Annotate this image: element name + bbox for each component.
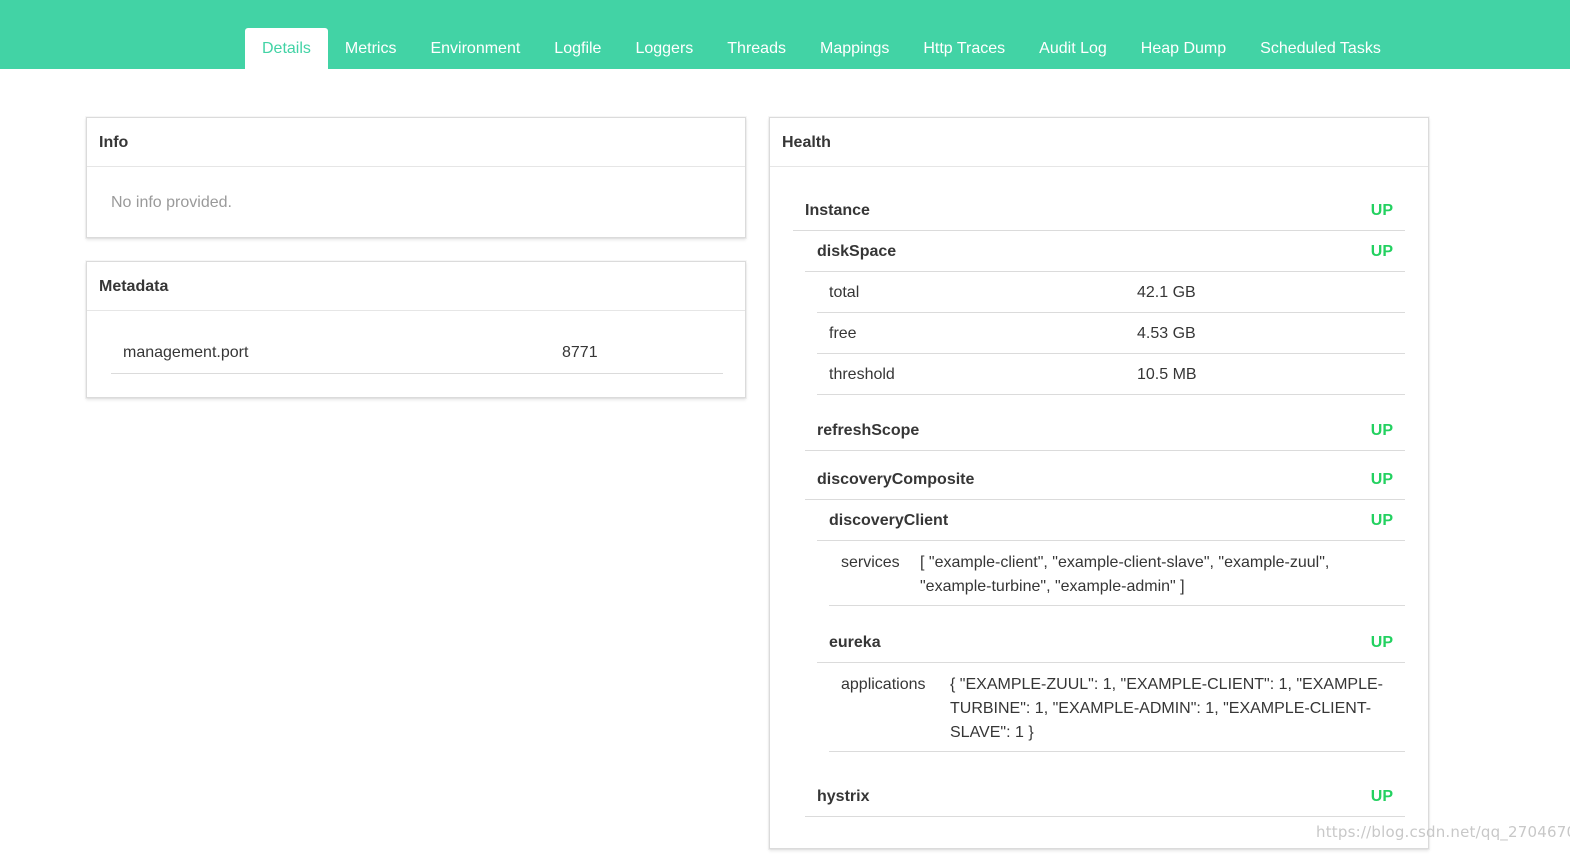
health-detail-row: total 42.1 GB [817,272,1405,313]
tab-loggers[interactable]: Loggers [618,28,710,69]
health-name: refreshScope [817,422,920,439]
health-detail-services: services [ "example-client", "example-cl… [829,541,1405,606]
health-name: discoveryComposite [817,471,975,488]
tab-heap-dump[interactable]: Heap Dump [1124,28,1243,69]
info-panel: Info No info provided. [86,117,746,238]
health-name: hystrix [817,788,870,805]
detail-value: 10.5 MB [1137,366,1197,383]
tab-bar: Details Metrics Environment Logfile Logg… [245,28,1398,69]
status-badge: UP [1370,243,1393,260]
applications-line: SLAVE": 1 } [950,724,1034,741]
health-panel: Health Instance UP diskSpace UP total 42… [769,117,1429,849]
status-badge: UP [1370,634,1393,651]
info-panel-title: Info [87,118,745,167]
applications-line: { "EXAMPLE-ZUUL": 1, "EXAMPLE-CLIENT": 1… [950,676,1383,693]
services-line: "example-turbine", "example-admin" ] [920,578,1185,595]
health-row-hystrix: hystrix UP [805,776,1405,817]
metadata-row: management.port 8771 [111,338,723,374]
tab-metrics[interactable]: Metrics [328,28,414,69]
metadata-key: management.port [123,344,249,361]
health-row-diskspace: diskSpace UP [805,231,1405,272]
metadata-panel-title: Metadata [87,262,745,311]
info-empty-text: No info provided. [111,194,232,211]
health-name: Instance [805,202,870,219]
health-detail-row: threshold 10.5 MB [817,354,1405,395]
status-badge: UP [1370,471,1393,488]
detail-value: [ "example-client", "example-client-slav… [920,551,1329,599]
metadata-panel: Metadata management.port 8771 [86,261,746,398]
health-row-eureka: eureka UP [817,622,1405,663]
health-panel-title: Health [770,118,1428,167]
health-detail-row: free 4.53 GB [817,313,1405,354]
health-name: diskSpace [817,243,897,260]
tab-threads[interactable]: Threads [710,28,803,69]
detail-value: 4.53 GB [1137,325,1196,342]
detail-key: free [829,325,857,342]
tab-mappings[interactable]: Mappings [803,28,906,69]
status-badge: UP [1370,202,1393,219]
health-row-discoveryclient: discoveryClient UP [817,500,1405,541]
health-row-instance: Instance UP [793,190,1405,231]
health-row-discoverycomposite: discoveryComposite UP [805,459,1405,500]
health-row-refreshscope: refreshScope UP [805,410,1405,451]
health-name: discoveryClient [829,512,949,529]
status-badge: UP [1370,512,1393,529]
applications-line: TURBINE": 1, "EXAMPLE-ADMIN": 1, "EXAMPL… [950,700,1372,717]
detail-value: { "EXAMPLE-ZUUL": 1, "EXAMPLE-CLIENT": 1… [950,673,1383,745]
tab-http-traces[interactable]: Http Traces [906,28,1022,69]
tab-details[interactable]: Details [245,28,328,69]
detail-key: services [841,554,900,571]
top-navbar: Details Metrics Environment Logfile Logg… [0,0,1570,69]
tab-logfile[interactable]: Logfile [537,28,618,69]
detail-key: total [829,284,860,301]
detail-key: applications [841,676,926,693]
health-detail-applications: applications { "EXAMPLE-ZUUL": 1, "EXAMP… [829,663,1405,752]
health-name: eureka [829,634,881,651]
tab-environment[interactable]: Environment [413,28,537,69]
services-line: [ "example-client", "example-client-slav… [920,554,1330,571]
tab-scheduled-tasks[interactable]: Scheduled Tasks [1243,28,1398,69]
metadata-value: 8771 [562,344,598,361]
status-badge: UP [1370,788,1393,805]
tab-audit-log[interactable]: Audit Log [1022,28,1124,69]
detail-key: threshold [829,366,895,383]
detail-value: 42.1 GB [1137,284,1196,301]
status-badge: UP [1370,422,1393,439]
watermark: https://blog.csdn.net/qq_27046703 [1316,823,1570,841]
